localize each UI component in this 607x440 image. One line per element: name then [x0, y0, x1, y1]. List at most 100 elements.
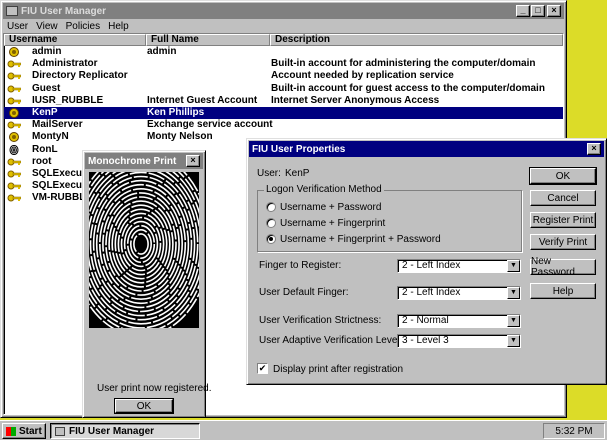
radio-username-fingerprint-password-label[interactable]: Username + Fingerprint + Password: [280, 234, 441, 245]
menu-view[interactable]: View: [32, 21, 62, 32]
username-cell: Directory Replicator: [32, 70, 128, 82]
finger-register-value: 2 - Left Index: [402, 260, 461, 271]
description-cell: Account needed by replication service: [271, 70, 454, 82]
key-icon: [7, 84, 22, 94]
user-properties-window: FIU User Properties × User: KenP Logon V…: [246, 138, 607, 385]
username-cell: SQLExecut: [32, 180, 86, 192]
verify-print-button[interactable]: Verify Print: [530, 234, 596, 250]
table-row[interactable]: IUSR_RUBBLE Internet Guest Account Interne…: [4, 95, 563, 107]
key-icon: [7, 71, 22, 81]
key-icon: [7, 193, 22, 203]
username-cell: VM-RUBBL: [32, 192, 86, 204]
table-row[interactable]: Guest Built-in account for guest access t…: [4, 83, 563, 95]
chevron-down-icon[interactable]: ▼: [507, 335, 520, 347]
menu-help[interactable]: Help: [104, 21, 133, 32]
key-icon: [7, 169, 22, 179]
menu-user[interactable]: User: [3, 21, 32, 32]
default-finger-value: 2 - Left Index: [402, 287, 461, 298]
minimize-button[interactable]: _: [516, 5, 530, 17]
table-row[interactable]: Administrator Built-in account for admini…: [4, 58, 563, 70]
system-tray: 5:32 PM: [543, 423, 605, 439]
fingerprint-image: [89, 172, 199, 328]
start-button[interactable]: Start: [2, 423, 46, 439]
display-print-label[interactable]: Display print after registration: [273, 364, 403, 375]
description-cell: Built-in account for administering the c…: [271, 58, 536, 70]
default-finger-label: User Default Finger:: [259, 287, 349, 298]
print-titlebar[interactable]: Monochrome Print ×: [85, 153, 203, 169]
col-description[interactable]: Description: [270, 34, 563, 46]
finger-register-select[interactable]: 2 - Left Index ▼: [397, 259, 521, 273]
table-row[interactable]: MailServer Exchange service account: [4, 119, 563, 131]
print-close-button[interactable]: ×: [186, 155, 200, 167]
windows-logo-icon: [6, 426, 16, 436]
register-print-button[interactable]: Register Print: [530, 212, 596, 228]
chevron-down-icon[interactable]: ▼: [507, 315, 520, 327]
display-print-checkbox[interactable]: ✔: [257, 363, 268, 374]
username-cell: admin: [32, 46, 62, 57]
properties-title: FIU User Properties: [252, 143, 346, 155]
user-value: KenP: [285, 168, 310, 179]
default-finger-select[interactable]: 2 - Left Index ▼: [397, 286, 521, 300]
taskbar: Start FIU User Manager 5:32 PM: [0, 420, 607, 440]
strictness-value: 2 - Normal: [402, 315, 449, 326]
chevron-down-icon[interactable]: ▼: [507, 260, 520, 272]
username-cell: Guest: [32, 82, 61, 94]
key-icon: [7, 96, 22, 106]
fullname-cell: Internet Guest Account: [147, 94, 258, 106]
key-icon: [7, 157, 22, 167]
window-title: FIU User Manager: [21, 5, 107, 17]
username-cell: MailServer: [32, 119, 83, 131]
app-icon: [6, 6, 18, 16]
description-cell: Built-in account for guest access to the…: [271, 82, 545, 94]
username-cell: KenP: [32, 107, 58, 118]
fingerprint-svg: [89, 172, 199, 328]
maximize-button[interactable]: □: [531, 5, 545, 17]
adaptive-select[interactable]: 3 - Level 3 ▼: [397, 334, 521, 348]
ok-button[interactable]: OK: [529, 167, 597, 185]
finger-register-label: Finger to Register:: [259, 260, 342, 271]
user-group-icon: [7, 132, 21, 143]
cancel-button[interactable]: Cancel: [530, 190, 596, 206]
radio-username-fingerprint[interactable]: [266, 218, 276, 228]
print-title: Monochrome Print: [88, 155, 177, 167]
adaptive-value: 3 - Level 3: [402, 335, 449, 346]
radio-username-password[interactable]: [266, 202, 276, 212]
strictness-label: User Verification Strictness:: [259, 315, 382, 326]
radio-username-fingerprint-label[interactable]: Username + Fingerprint: [280, 218, 385, 229]
properties-close-button[interactable]: ×: [587, 143, 601, 155]
key-icon: [7, 59, 22, 69]
radio-username-fingerprint-password[interactable]: [266, 234, 276, 244]
table-row[interactable]: Directory Replicator Account needed by re…: [4, 70, 563, 82]
fullname-cell: Ken Phillips: [147, 107, 205, 118]
table-row[interactable]: KenP Ken Phillips: [4, 107, 563, 119]
user-manager-titlebar[interactable]: FIU User Manager _ □ ×: [3, 3, 564, 19]
description-cell: Internet Server Anonymous Access: [271, 94, 440, 106]
strictness-select[interactable]: 2 - Normal ▼: [397, 314, 521, 328]
fingerprint-icon: [7, 144, 21, 155]
radio-username-password-label[interactable]: Username + Password: [280, 202, 381, 213]
username-cell: IUSR_RUBBLE: [32, 94, 104, 106]
properties-titlebar[interactable]: FIU User Properties ×: [249, 141, 604, 157]
adaptive-label: User Adaptive Verification Level:: [259, 335, 403, 346]
col-username[interactable]: Username: [4, 34, 146, 46]
chevron-down-icon[interactable]: ▼: [507, 287, 520, 299]
print-ok-button[interactable]: OK: [114, 398, 174, 414]
help-button[interactable]: Help: [530, 283, 596, 299]
logon-method-legend: Logon Verification Method: [264, 184, 384, 195]
col-fullname[interactable]: Full Name: [146, 34, 270, 46]
close-button[interactable]: ×: [547, 5, 561, 17]
username-cell: Administrator: [32, 58, 98, 70]
user-label: User:: [257, 168, 281, 179]
new-password-button[interactable]: New Password: [530, 256, 596, 278]
table-row[interactable]: admin admin: [4, 46, 563, 58]
menu-policies[interactable]: Policies: [62, 21, 104, 32]
user-group-icon: [7, 108, 21, 118]
username-cell: MontyN: [32, 131, 69, 143]
taskbar-item-user-manager[interactable]: FIU User Manager: [50, 423, 200, 439]
fullname-cell: admin: [147, 46, 177, 57]
start-label: Start: [19, 425, 42, 437]
key-icon: [7, 120, 22, 130]
key-icon: [7, 181, 22, 191]
monochrome-print-window: Monochrome Print × User print now regist…: [82, 150, 212, 418]
clock[interactable]: 5:32 PM: [555, 426, 592, 437]
